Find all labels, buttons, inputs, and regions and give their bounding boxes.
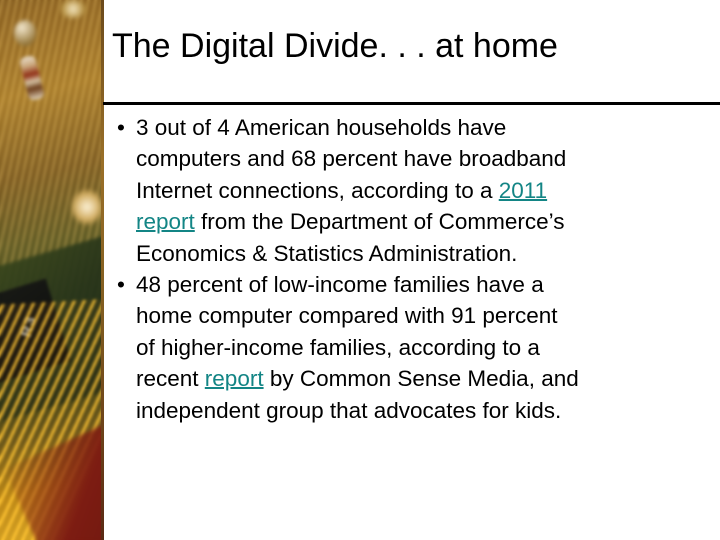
text-run: computers and 68 percent have broadband (136, 146, 567, 172)
bullet-line: 3 out of 4 American households have (136, 112, 720, 143)
bullet-text: 48 percent of low-income families have a… (136, 269, 720, 426)
text-run: by Common Sense Media, and (263, 366, 579, 392)
slide-title: The Digital Divide. . . at home (112, 27, 558, 65)
title-divider (103, 102, 720, 105)
bullet-line: computers and 68 percent have broadband (136, 143, 720, 174)
text-run: home computer compared with 91 percent (136, 303, 558, 329)
text-run: recent (136, 366, 205, 392)
hyperlink[interactable]: report (205, 366, 264, 391)
text-run: of higher-income families, according to … (136, 334, 540, 360)
bullet-line: report from the Department of Commerce’s (136, 206, 720, 237)
bullet-line: recent report by Common Sense Media, and (136, 363, 720, 394)
bullet-item: • 48 percent of low-income families have … (103, 269, 720, 426)
text-run: independent group that advocates for kid… (136, 397, 562, 423)
bullet-line: 48 percent of low-income families have a (136, 269, 720, 300)
bullet-list: • 3 out of 4 American households have comp… (103, 112, 720, 426)
bullet-line: of higher-income families, according to … (136, 332, 720, 363)
bullet-line: home computer compared with 91 percent (136, 300, 720, 331)
text-run: Economics & Statistics Administration. (136, 240, 518, 266)
bullet-marker-icon: • (117, 272, 125, 298)
bullet-line: Economics & Statistics Administration. (136, 238, 720, 269)
hyperlink[interactable]: report (136, 209, 195, 234)
bullet-line: independent group that advocates for kid… (136, 395, 720, 426)
bullet-item: • 3 out of 4 American households have comp… (103, 112, 720, 269)
text-run: 48 percent of low-income families have a (136, 272, 544, 298)
bullet-text: 3 out of 4 American households have compu… (136, 112, 720, 269)
bullet-marker-icon: • (117, 115, 125, 140)
text-run: Internet connections, according to a (136, 177, 499, 203)
pcb-defocus-overlay (0, 0, 104, 540)
slide-body: • 3 out of 4 American households have comp… (103, 112, 720, 512)
bullet-line: Internet connections, according to a 201… (136, 175, 720, 206)
circuit-board-photo: R3 (0, 0, 104, 540)
text-run: 3 out of 4 American households have (136, 115, 507, 140)
presentation-slide: R3 The Digital Divide. . . at home • 3 ou… (0, 0, 720, 540)
hyperlink[interactable]: 2011 (499, 178, 547, 203)
text-run: from the Department of Commerce’s (194, 209, 565, 235)
